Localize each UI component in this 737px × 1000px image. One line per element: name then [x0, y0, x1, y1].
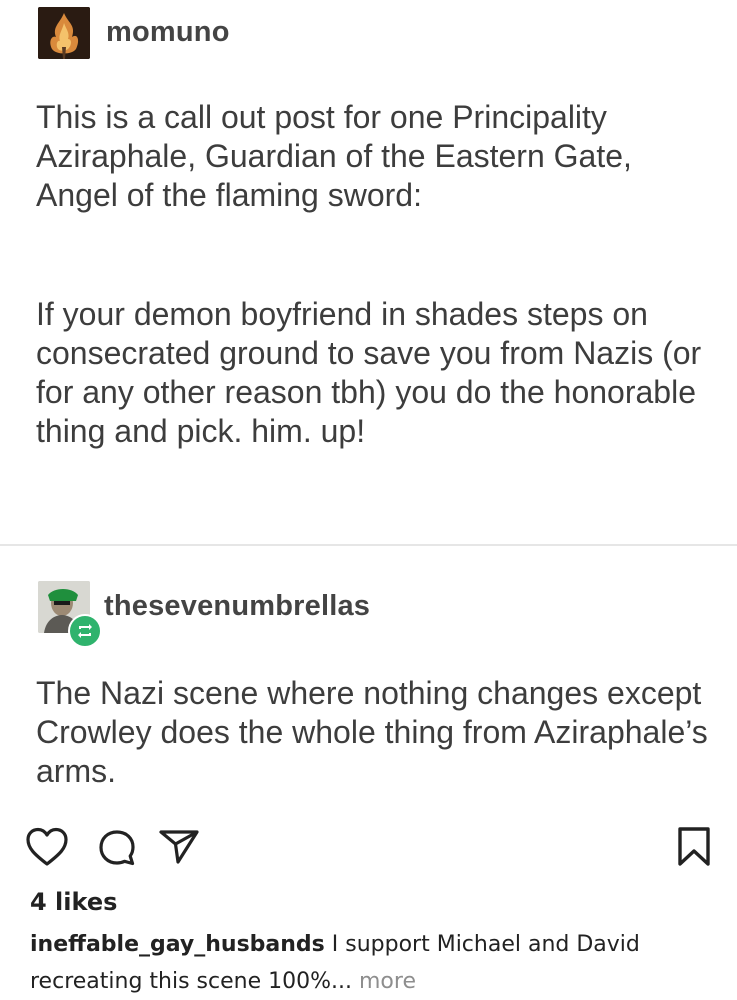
post-author[interactable]: momuno	[106, 16, 230, 49]
reblog-author[interactable]: thesevenumbrellas	[104, 590, 370, 623]
post-paragraph: If your demon boyfriend in shades steps …	[36, 296, 702, 449]
reblog-icon	[68, 614, 102, 648]
comment-icon[interactable]	[96, 828, 138, 873]
bookmark-icon[interactable]	[674, 824, 714, 875]
caption: ineffable_gay_husbands I support Michael…	[30, 926, 720, 1000]
avatar[interactable]	[38, 7, 90, 59]
heart-icon[interactable]	[24, 826, 70, 873]
likes-count[interactable]: 4 likes	[30, 888, 117, 916]
more-link[interactable]: more	[352, 969, 416, 994]
avatar-image	[38, 7, 90, 59]
post-paragraph: This is a call out post for one Principa…	[36, 99, 632, 213]
divider	[0, 544, 737, 546]
caption-username[interactable]: ineffable_gay_husbands	[30, 932, 325, 957]
reblog-text: The Nazi scene where nothing changes exc…	[36, 675, 708, 789]
share-icon[interactable]	[156, 826, 202, 873]
